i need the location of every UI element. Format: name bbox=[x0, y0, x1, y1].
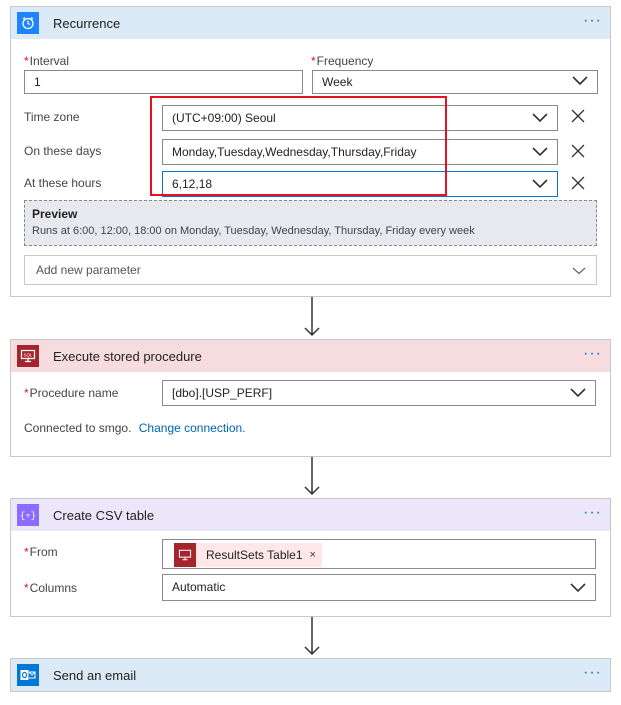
recurrence-header[interactable]: Recurrence ··· bbox=[11, 7, 610, 39]
chevron-down-icon bbox=[532, 113, 548, 123]
csv-table-card: {▿} Create CSV table ··· *From ResultSet… bbox=[10, 498, 611, 617]
remove-days-icon[interactable] bbox=[571, 144, 585, 158]
connection-info: Connected to smgo. Change connection. bbox=[24, 421, 246, 435]
remove-token-button[interactable]: × bbox=[310, 544, 316, 566]
token-label: ResultSets Table1 bbox=[206, 548, 303, 562]
stored-procedure-title: Execute stored procedure bbox=[53, 348, 202, 364]
alarm-clock-icon bbox=[17, 12, 39, 34]
on-these-days-label: On these days bbox=[24, 144, 102, 158]
chevron-down-icon bbox=[572, 267, 586, 275]
schedule-preview: Preview Runs at 6:00, 12:00, 18:00 on Mo… bbox=[24, 200, 597, 246]
stored-procedure-header[interactable]: SQL Execute stored procedure ··· bbox=[11, 340, 610, 372]
data-operations-icon: {▿} bbox=[17, 504, 39, 526]
highlight-box bbox=[150, 96, 447, 196]
add-new-parameter-dropdown[interactable]: Add new parameter bbox=[24, 255, 597, 285]
svg-text:{▿}: {▿} bbox=[20, 511, 36, 521]
columns-value: Automatic bbox=[172, 580, 226, 594]
more-options-button[interactable]: ··· bbox=[583, 505, 602, 521]
frequency-label: *Frequency bbox=[311, 54, 374, 68]
recurrence-title: Recurrence bbox=[53, 15, 121, 31]
outlook-icon bbox=[17, 664, 39, 686]
at-these-hours-label: At these hours bbox=[24, 176, 102, 190]
sql-database-icon: SQL bbox=[17, 345, 39, 367]
from-input[interactable]: ResultSets Table1 × bbox=[162, 539, 596, 569]
procedure-name-label: *Procedure name bbox=[24, 386, 119, 400]
send-email-card: Send an email ··· bbox=[10, 658, 611, 692]
send-email-title: Send an email bbox=[53, 667, 137, 683]
remove-hours-icon[interactable] bbox=[571, 176, 585, 190]
remove-time-zone-icon[interactable] bbox=[571, 109, 585, 123]
more-options-button[interactable]: ··· bbox=[583, 665, 602, 681]
send-email-header[interactable]: Send an email ··· bbox=[11, 659, 610, 691]
frequency-dropdown[interactable]: Week bbox=[312, 70, 598, 94]
more-options-button[interactable]: ··· bbox=[583, 346, 602, 362]
connected-text: Connected to smgo. bbox=[24, 421, 132, 435]
flow-arrow-icon bbox=[304, 617, 320, 656]
resultsets-token[interactable]: ResultSets Table1 × bbox=[174, 543, 322, 567]
svg-text:SQL: SQL bbox=[23, 353, 33, 358]
procedure-name-value: [dbo].[USP_PERF] bbox=[172, 386, 273, 400]
procedure-name-dropdown[interactable]: [dbo].[USP_PERF] bbox=[162, 380, 596, 406]
columns-dropdown[interactable]: Automatic bbox=[162, 574, 596, 601]
chevron-down-icon bbox=[570, 583, 586, 593]
change-connection-link[interactable]: Change connection. bbox=[139, 421, 246, 435]
chevron-down-icon bbox=[572, 76, 588, 86]
chevron-down-icon bbox=[532, 179, 548, 189]
add-new-parameter-label: Add new parameter bbox=[36, 263, 141, 277]
from-label: *From bbox=[24, 545, 58, 559]
frequency-value: Week bbox=[322, 75, 353, 89]
flow-arrow-icon bbox=[304, 297, 320, 337]
more-options-button[interactable]: ··· bbox=[583, 13, 602, 29]
flow-arrow-icon bbox=[304, 457, 320, 496]
chevron-down-icon bbox=[570, 388, 586, 398]
preview-title: Preview bbox=[32, 207, 78, 221]
time-zone-label: Time zone bbox=[24, 110, 80, 124]
preview-text: Runs at 6:00, 12:00, 18:00 on Monday, Tu… bbox=[32, 225, 475, 237]
sql-database-icon bbox=[174, 543, 196, 567]
stored-procedure-card: SQL Execute stored procedure ··· *Proced… bbox=[10, 339, 611, 457]
csv-table-title: Create CSV table bbox=[53, 507, 155, 523]
columns-label: *Columns bbox=[24, 581, 78, 595]
chevron-down-icon bbox=[532, 147, 548, 157]
csv-table-header[interactable]: {▿} Create CSV table ··· bbox=[11, 499, 610, 531]
interval-label: *Interval bbox=[24, 54, 70, 68]
interval-input[interactable]: 1 bbox=[24, 70, 303, 94]
